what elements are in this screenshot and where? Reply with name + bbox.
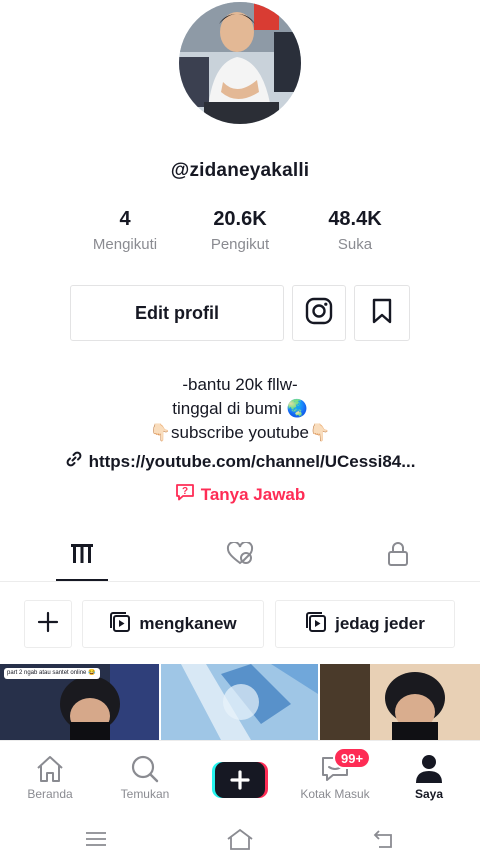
- playlists-row: mengkanew jedag jeder: [0, 600, 480, 648]
- edit-profile-button[interactable]: Edit profil: [70, 285, 284, 341]
- menu-icon: [86, 832, 106, 846]
- nav-label: Kotak Masuk: [300, 787, 370, 801]
- home-icon: [5, 753, 95, 785]
- bio: -bantu 20k fllw- tinggal di bumi 🌏 👇🏻sub…: [0, 373, 480, 445]
- stat-following[interactable]: 4 Mengikuti: [70, 206, 180, 253]
- playlist-jedag-jeder[interactable]: jedag jeder: [275, 600, 455, 648]
- favorites-button[interactable]: [354, 285, 410, 341]
- home-system-button[interactable]: [220, 826, 260, 852]
- likes-label: Suka: [337, 236, 373, 253]
- playlist-mengkanew[interactable]: mengkanew: [82, 600, 264, 648]
- system-nav-bar: [0, 818, 480, 854]
- content-tabs: [0, 530, 480, 582]
- tab-liked[interactable]: [214, 530, 266, 582]
- search-icon: [100, 753, 190, 785]
- qa-icon: ?: [175, 482, 195, 507]
- profile-icon: [384, 753, 474, 785]
- followers-label: Pengikut: [210, 236, 270, 253]
- nav-label: Beranda: [27, 787, 73, 801]
- video-grid: part 2 ngab atau santet online 😂: [0, 664, 480, 740]
- bookmark-icon: [371, 298, 393, 329]
- link-icon: [65, 450, 83, 473]
- instagram-button[interactable]: [292, 285, 346, 341]
- bio-line: -bantu 20k fllw-: [182, 375, 298, 394]
- create-button[interactable]: [212, 762, 268, 798]
- lock-icon: [387, 541, 409, 572]
- link-text: https://youtube.com/channel/UCessi84...: [88, 451, 416, 471]
- bio-line: 👇🏻subscribe youtube👇🏻: [149, 423, 331, 442]
- nav-profile[interactable]: Saya: [384, 753, 474, 801]
- liked-hidden-icon: [226, 540, 254, 571]
- likes-count: 48.4K: [328, 208, 382, 230]
- qa-label: Tanya Jawab: [200, 484, 306, 504]
- playlist-icon: [109, 611, 131, 638]
- active-tab-indicator: [56, 579, 108, 581]
- inbox-badge: 99+: [333, 747, 372, 769]
- create-icon: [212, 762, 268, 798]
- plus-icon: [37, 611, 59, 638]
- followers-count: 20.6K: [213, 208, 267, 230]
- back-icon: [373, 830, 392, 848]
- add-playlist-button[interactable]: [24, 600, 72, 648]
- stat-followers[interactable]: 20.6K Pengikut: [185, 206, 295, 253]
- instagram-icon: [305, 297, 333, 330]
- video-caption: part 2 ngab atau santet online 😂: [4, 668, 100, 679]
- back-button[interactable]: [364, 826, 404, 852]
- profile-link[interactable]: https://youtube.com/channel/UCessi84...: [0, 450, 480, 473]
- grid-icon: [71, 543, 93, 569]
- svg-text:?: ?: [182, 486, 188, 497]
- recents-button[interactable]: [76, 826, 116, 852]
- bio-line: tinggal di bumi 🌏: [172, 399, 308, 418]
- stat-likes[interactable]: 48.4K Suka: [300, 206, 410, 253]
- playlist-label: jedag jeder: [335, 614, 425, 633]
- playlist-label: mengkanew: [139, 614, 237, 633]
- playlist-icon: [305, 611, 327, 638]
- qa-button[interactable]: ? Tanya Jawab: [0, 482, 480, 507]
- nav-discover[interactable]: Temukan: [100, 753, 190, 801]
- username: @zidaneyakalli: [170, 160, 310, 181]
- profile-avatar[interactable]: [179, 2, 301, 124]
- bottom-nav: Beranda Temukan Kotak Masuk 99+ Saya: [0, 740, 480, 818]
- tab-private[interactable]: [372, 530, 424, 582]
- video-thumbnail[interactable]: part 2 ngab atau santet online 😂: [0, 664, 159, 740]
- nav-label: Temukan: [120, 787, 170, 801]
- following-count: 4: [119, 208, 131, 230]
- tab-videos[interactable]: [56, 530, 108, 582]
- nav-home[interactable]: Beranda: [5, 753, 95, 801]
- video-thumbnail[interactable]: [320, 664, 480, 740]
- nav-label: Saya: [414, 787, 444, 801]
- video-thumbnail[interactable]: [161, 664, 318, 740]
- following-label: Mengikuti: [92, 236, 158, 253]
- home-outline-icon: [227, 828, 253, 850]
